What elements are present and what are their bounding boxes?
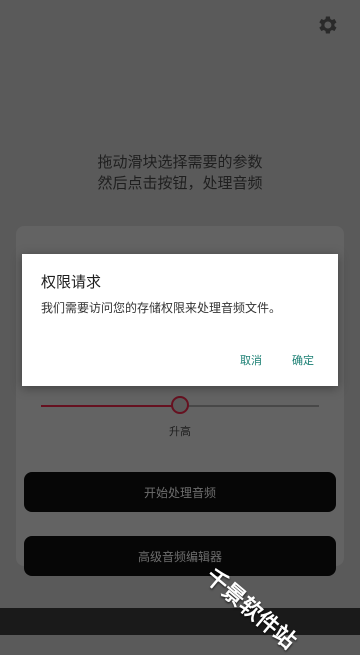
permission-dialog: 权限请求 我们需要访问您的存储权限来处理音频文件。 取消 确定	[22, 254, 338, 386]
dialog-ok-button[interactable]: 确定	[292, 352, 314, 368]
dialog-message: 我们需要访问您的存储权限来处理音频文件。	[41, 301, 282, 315]
system-nav-bar	[0, 608, 360, 635]
instructions-text: 拖动滑块选择需要的参数 然后点击按钮，处理音频	[0, 152, 360, 194]
gear-icon	[319, 16, 337, 34]
instructions-line-1: 拖动滑块选择需要的参数	[97, 153, 263, 171]
settings-button[interactable]	[313, 11, 341, 39]
instructions-line-2: 然后点击按钮，处理音频	[97, 174, 263, 192]
slider-label: 升高	[169, 425, 191, 438]
start-processing-button[interactable]: 开始处理音频	[24, 472, 336, 512]
advanced-editor-button[interactable]: 高级音频编辑器	[24, 536, 336, 576]
pitch-slider[interactable]	[41, 396, 319, 416]
slider-thumb[interactable]	[171, 396, 189, 414]
dialog-title: 权限请求	[41, 273, 102, 291]
dialog-cancel-button[interactable]: 取消	[240, 352, 262, 368]
slider-fill	[41, 405, 180, 407]
